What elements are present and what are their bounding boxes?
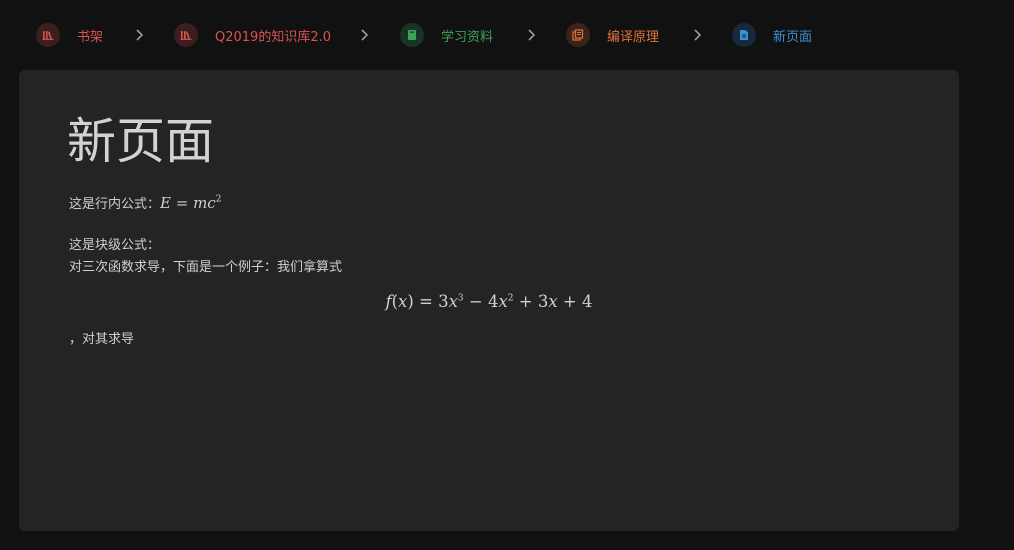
chapter-icon xyxy=(566,23,590,47)
inline-formula-paragraph: 这是行内公式：E = mc2 xyxy=(69,194,221,214)
breadcrumb: 书架 Q2019的知识库2.0 学习资料 编译原理 新页面 xyxy=(0,0,1014,70)
breadcrumb-item-compiler-principles[interactable]: 编译原理 xyxy=(566,23,659,47)
breadcrumb-item-label: 新页面 xyxy=(773,29,813,45)
book-icon xyxy=(400,23,424,47)
inline-formula: E = mc2 xyxy=(160,194,222,212)
page-icon xyxy=(732,23,756,47)
paragraph-text: 这是行内公式： xyxy=(69,197,161,212)
breadcrumb-item-label: 学习资料 xyxy=(441,29,494,45)
page-content: 新页面 这是行内公式：E = mc2 这是块级公式： 对三次函数求导，下面是一个… xyxy=(19,70,959,531)
chevron-right-icon xyxy=(135,27,145,41)
breadcrumb-item-bookshelf[interactable]: 书架 xyxy=(36,23,103,47)
breadcrumb-item-study-materials[interactable]: 学习资料 xyxy=(400,23,493,47)
display-formula: f(x) = 3x3 − 4x2 + 3x + 4 xyxy=(385,292,593,311)
page-title: 新页面 xyxy=(67,113,215,170)
breadcrumb-item-new-page[interactable]: 新页面 xyxy=(732,23,812,47)
breadcrumb-item-knowledge-base[interactable]: Q2019的知识库2.0 xyxy=(174,23,331,47)
chevron-right-icon xyxy=(527,27,537,41)
block-formula-label: 这是块级公式： xyxy=(69,238,161,253)
breadcrumb-item-label: 编译原理 xyxy=(607,29,660,45)
library-icon xyxy=(36,23,60,47)
chevron-right-icon xyxy=(360,27,370,41)
intro-text: 对三次函数求导，下面是一个例子：我们拿算式 xyxy=(69,260,343,275)
breadcrumb-item-label: 书架 xyxy=(77,29,104,45)
library-icon xyxy=(174,23,198,47)
after-text: ，对其求导 xyxy=(69,332,135,347)
breadcrumb-item-label: Q2019的知识库2.0 xyxy=(215,29,331,45)
chevron-right-icon xyxy=(693,27,703,41)
